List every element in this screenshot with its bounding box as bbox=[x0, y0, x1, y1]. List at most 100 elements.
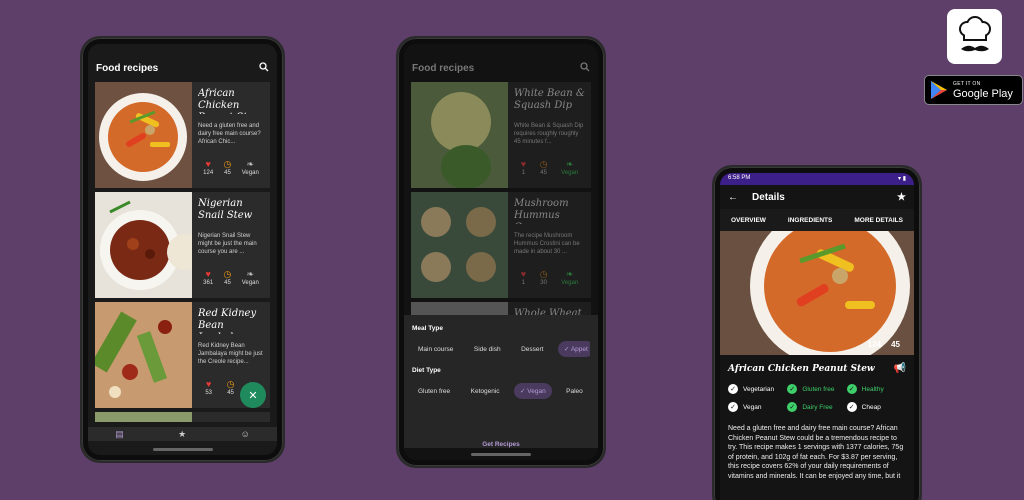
details-app-bar: ← Details ★ bbox=[720, 185, 914, 209]
recipe-card[interactable]: Mushroom Hummus Cros... The recipe Mushr… bbox=[411, 192, 591, 298]
likes-stat: ♥ 1 bbox=[521, 269, 526, 286]
check-circle-icon: ✓ bbox=[846, 402, 857, 412]
likes-count: 53 bbox=[205, 390, 212, 396]
star-icon[interactable]: ★ bbox=[897, 192, 906, 203]
smiley-icon[interactable]: ☺ bbox=[241, 429, 250, 439]
chip-vegan[interactable]: ✓ Vegan bbox=[514, 383, 552, 399]
recipe-stats: ♥ 361 ◷ 45 ❧ Vegan bbox=[198, 269, 264, 286]
leaf-icon: ❧ bbox=[565, 269, 574, 279]
screen: Food recipes African Chicken Peanut Stew… bbox=[88, 44, 277, 455]
recipe-stats: ♥ 1 ◷ 45 ❧ Vegan bbox=[514, 159, 585, 176]
recipe-title: White Bean & Squash Dip bbox=[514, 88, 585, 111]
search-icon[interactable] bbox=[580, 61, 590, 75]
status-icons: ▾ ▮ bbox=[898, 176, 906, 182]
time-stat: ◷ 45 bbox=[540, 159, 548, 176]
vegan-label: Vegan bbox=[241, 280, 259, 286]
screen: Food recipes White Bean & Squash Dip Whi… bbox=[404, 44, 598, 460]
diet-type-label: Diet Type bbox=[412, 367, 441, 374]
get-it-on: GET IT ON bbox=[953, 80, 981, 87]
recipe-image bbox=[411, 82, 508, 188]
heart-icon: ♥ bbox=[520, 269, 527, 279]
check-label: Vegetarian bbox=[743, 385, 775, 393]
minutes-count: 45 bbox=[227, 390, 234, 396]
megaphone-icon[interactable]: 📢 bbox=[894, 363, 906, 374]
filter-fab[interactable]: ✕ bbox=[240, 382, 266, 408]
recipe-body: Mushroom Hummus Cros... The recipe Mushr… bbox=[508, 192, 591, 298]
chip-side-dish[interactable]: Side dish bbox=[468, 342, 507, 357]
heart-icon: ♥ bbox=[205, 269, 211, 279]
chip-main-course[interactable]: Main course bbox=[412, 342, 459, 357]
check-label: Vegan bbox=[743, 403, 762, 411]
tab-more-details[interactable]: MORE DETAILS bbox=[854, 217, 903, 224]
vegan-stat: ❧ Vegan bbox=[242, 159, 259, 176]
app-title: Food recipes bbox=[96, 62, 159, 74]
leaf-icon: ❧ bbox=[565, 159, 574, 169]
check-circle-icon: ✓ bbox=[728, 384, 738, 394]
screen: 6:58 PM ▾ ▮ ← Details ★ OVERVIEW INGREDI… bbox=[720, 173, 914, 500]
time-stat: ◷ 45 bbox=[227, 379, 235, 396]
play-icon bbox=[931, 81, 947, 99]
recipe-image bbox=[411, 192, 508, 298]
tab-overview[interactable]: OVERVIEW bbox=[731, 217, 766, 224]
time-stat: ◷ 45 bbox=[224, 159, 232, 176]
recipe-title: Red Kidney Bean Jambala... bbox=[198, 308, 257, 334]
recipe-card[interactable]: White Bean & Squash Dip White Bean & Squ… bbox=[411, 82, 591, 188]
recipe-stats: ♥ 1 ◷ 30 ❧ Vegan bbox=[514, 269, 585, 286]
badge-text: GET IT ON Google Play bbox=[953, 81, 1013, 100]
get-recipes-button[interactable]: Get Recipes bbox=[404, 441, 598, 448]
clock-icon: ◷ bbox=[539, 269, 548, 279]
recipe-body: Nigerian Snail Stew Nigerian Snail Stew … bbox=[192, 192, 270, 298]
recipe-title: African Chicken Peanut Stew bbox=[198, 88, 262, 114]
check-circle-icon: ✓ bbox=[728, 402, 738, 412]
chip-ketogenic[interactable]: Ketogenic bbox=[465, 384, 506, 399]
leaf-icon: ❧ bbox=[246, 159, 255, 169]
filter-sheet: Meal Type Main course Side dish Dessert … bbox=[404, 315, 598, 448]
recipe-card[interactable]: African Chicken Peanut Stew Need a glute… bbox=[95, 82, 270, 188]
vegan-label: Vegan bbox=[561, 280, 579, 286]
check-circle-icon: ✓ bbox=[787, 402, 798, 412]
recipe-image bbox=[95, 412, 192, 422]
google-play-label: Google Play bbox=[953, 87, 1013, 100]
minutes-count: 45 bbox=[224, 170, 231, 176]
phone-filter-sheet: Food recipes White Bean & Squash Dip Whi… bbox=[396, 36, 606, 468]
status-bar bbox=[404, 44, 598, 54]
chip-appetizer[interactable]: ✓ Appet bbox=[557, 341, 590, 357]
time-stat: ◷ 30 bbox=[540, 269, 548, 286]
chip-appetizer-label: Appet bbox=[570, 346, 588, 353]
recipe-body: African Chicken Peanut Stew Need a glute… bbox=[192, 82, 270, 188]
details-image: 124 45 bbox=[720, 231, 914, 355]
star-icon[interactable]: ★ bbox=[178, 429, 186, 440]
status-time: 6:58 PM bbox=[728, 175, 751, 181]
vegan-label: Vegan bbox=[561, 170, 579, 176]
recipe-desc: White Bean & Squash Dip requires roughly… bbox=[514, 123, 584, 145]
minutes-count: 30 bbox=[540, 280, 547, 286]
status-bar: 6:58 PM ▾ ▮ bbox=[720, 173, 914, 185]
minutes-count: 45 bbox=[224, 280, 231, 286]
google-play-badge[interactable]: GET IT ON Google Play bbox=[924, 75, 1023, 105]
likes-count: 361 bbox=[203, 280, 214, 286]
recipe-title: Mushroom Hummus Cros... bbox=[514, 198, 569, 224]
clock-icon: ◷ bbox=[226, 379, 235, 389]
back-icon[interactable]: ← bbox=[728, 192, 738, 203]
leaf-icon: ❧ bbox=[246, 269, 255, 279]
check-label: Gluten free bbox=[802, 385, 835, 393]
recipe-image bbox=[95, 82, 192, 188]
vegan-stat: ❧ Vegan bbox=[561, 269, 578, 286]
book-icon[interactable]: ▤ bbox=[115, 429, 124, 440]
recipe-title: Nigerian Snail Stew bbox=[198, 198, 253, 221]
details-title: Details bbox=[752, 191, 785, 203]
chip-paleo[interactable]: Paleo bbox=[560, 384, 589, 399]
check-circle-icon: ✓ bbox=[787, 384, 798, 394]
status-bar bbox=[88, 44, 277, 54]
tab-ingredients[interactable]: INGREDIENTS bbox=[788, 217, 832, 224]
app-logo bbox=[947, 9, 1002, 64]
check-icon: ✓ bbox=[563, 346, 571, 353]
chip-gluten-free[interactable]: Gluten free bbox=[412, 384, 456, 399]
recipe-card-partial[interactable] bbox=[95, 412, 270, 422]
bottom-nav: ▤ ★ ☺ bbox=[88, 427, 277, 441]
meal-type-label: Meal Type bbox=[412, 325, 443, 332]
chip-dessert[interactable]: Dessert bbox=[515, 342, 549, 357]
recipe-card[interactable]: Nigerian Snail Stew Nigerian Snail Stew … bbox=[95, 192, 270, 298]
search-icon[interactable] bbox=[259, 61, 269, 75]
likes-count: 124 bbox=[203, 170, 214, 176]
